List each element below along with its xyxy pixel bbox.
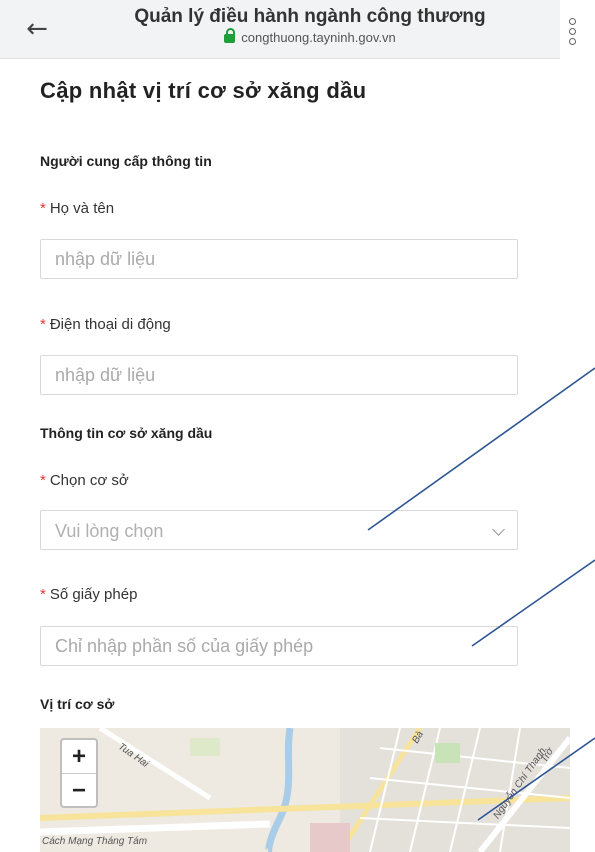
- browser-toolbar: ← Quản lý điều hành ngành công thương co…: [0, 0, 576, 59]
- required-marker: *: [40, 200, 46, 217]
- site-title: Quản lý điều hành ngành công thương: [134, 6, 486, 27]
- url-text: congthuong.tayninh.gov.vn: [241, 30, 396, 45]
- facility-select-label-text: Chọn cơ sở: [49, 472, 129, 489]
- zoom-out-button[interactable]: −: [62, 774, 96, 807]
- name-label: * Họ và tên: [40, 200, 114, 217]
- map-street-label: Cách Mạng Tháng Tám: [42, 836, 148, 847]
- zoom-in-button[interactable]: +: [62, 740, 96, 774]
- location-section-heading: Vị trí cơ sở: [40, 696, 115, 712]
- license-label-text: Số giấy phép: [49, 586, 138, 603]
- facility-select-value: Vui lòng chọn: [55, 521, 164, 541]
- phone-input[interactable]: [40, 355, 518, 395]
- name-input[interactable]: [40, 239, 518, 279]
- license-label: * Số giấy phép: [40, 586, 137, 603]
- required-marker: *: [40, 316, 46, 333]
- required-marker: *: [40, 472, 46, 489]
- chevron-down-icon: [492, 523, 505, 536]
- more-options-icon[interactable]: [565, 18, 579, 45]
- phone-label-text: Điện thoại di động: [49, 316, 171, 333]
- page-title: Cập nhật vị trí cơ sở xăng dầu: [40, 78, 367, 103]
- location-map[interactable]: + − Tua Hai Cách Mạng Tháng Tám Nguyễn C…: [40, 728, 570, 852]
- name-label-text: Họ và tên: [49, 200, 115, 217]
- facility-select[interactable]: Vui lòng chọn: [40, 510, 518, 550]
- facility-select-label: * Chọn cơ sở: [40, 472, 129, 489]
- lock-icon: [224, 28, 236, 43]
- provider-section-heading: Người cung cấp thông tin: [40, 153, 212, 169]
- license-input[interactable]: [40, 626, 518, 666]
- back-arrow-icon[interactable]: ←: [22, 14, 52, 44]
- map-zoom-control: + −: [60, 738, 98, 808]
- facility-section-heading: Thông tin cơ sở xăng dầu: [40, 425, 213, 441]
- phone-label: * Điện thoại di động: [40, 316, 171, 333]
- required-marker: *: [40, 586, 46, 603]
- site-url[interactable]: congthuong.tayninh.gov.vn: [100, 28, 520, 45]
